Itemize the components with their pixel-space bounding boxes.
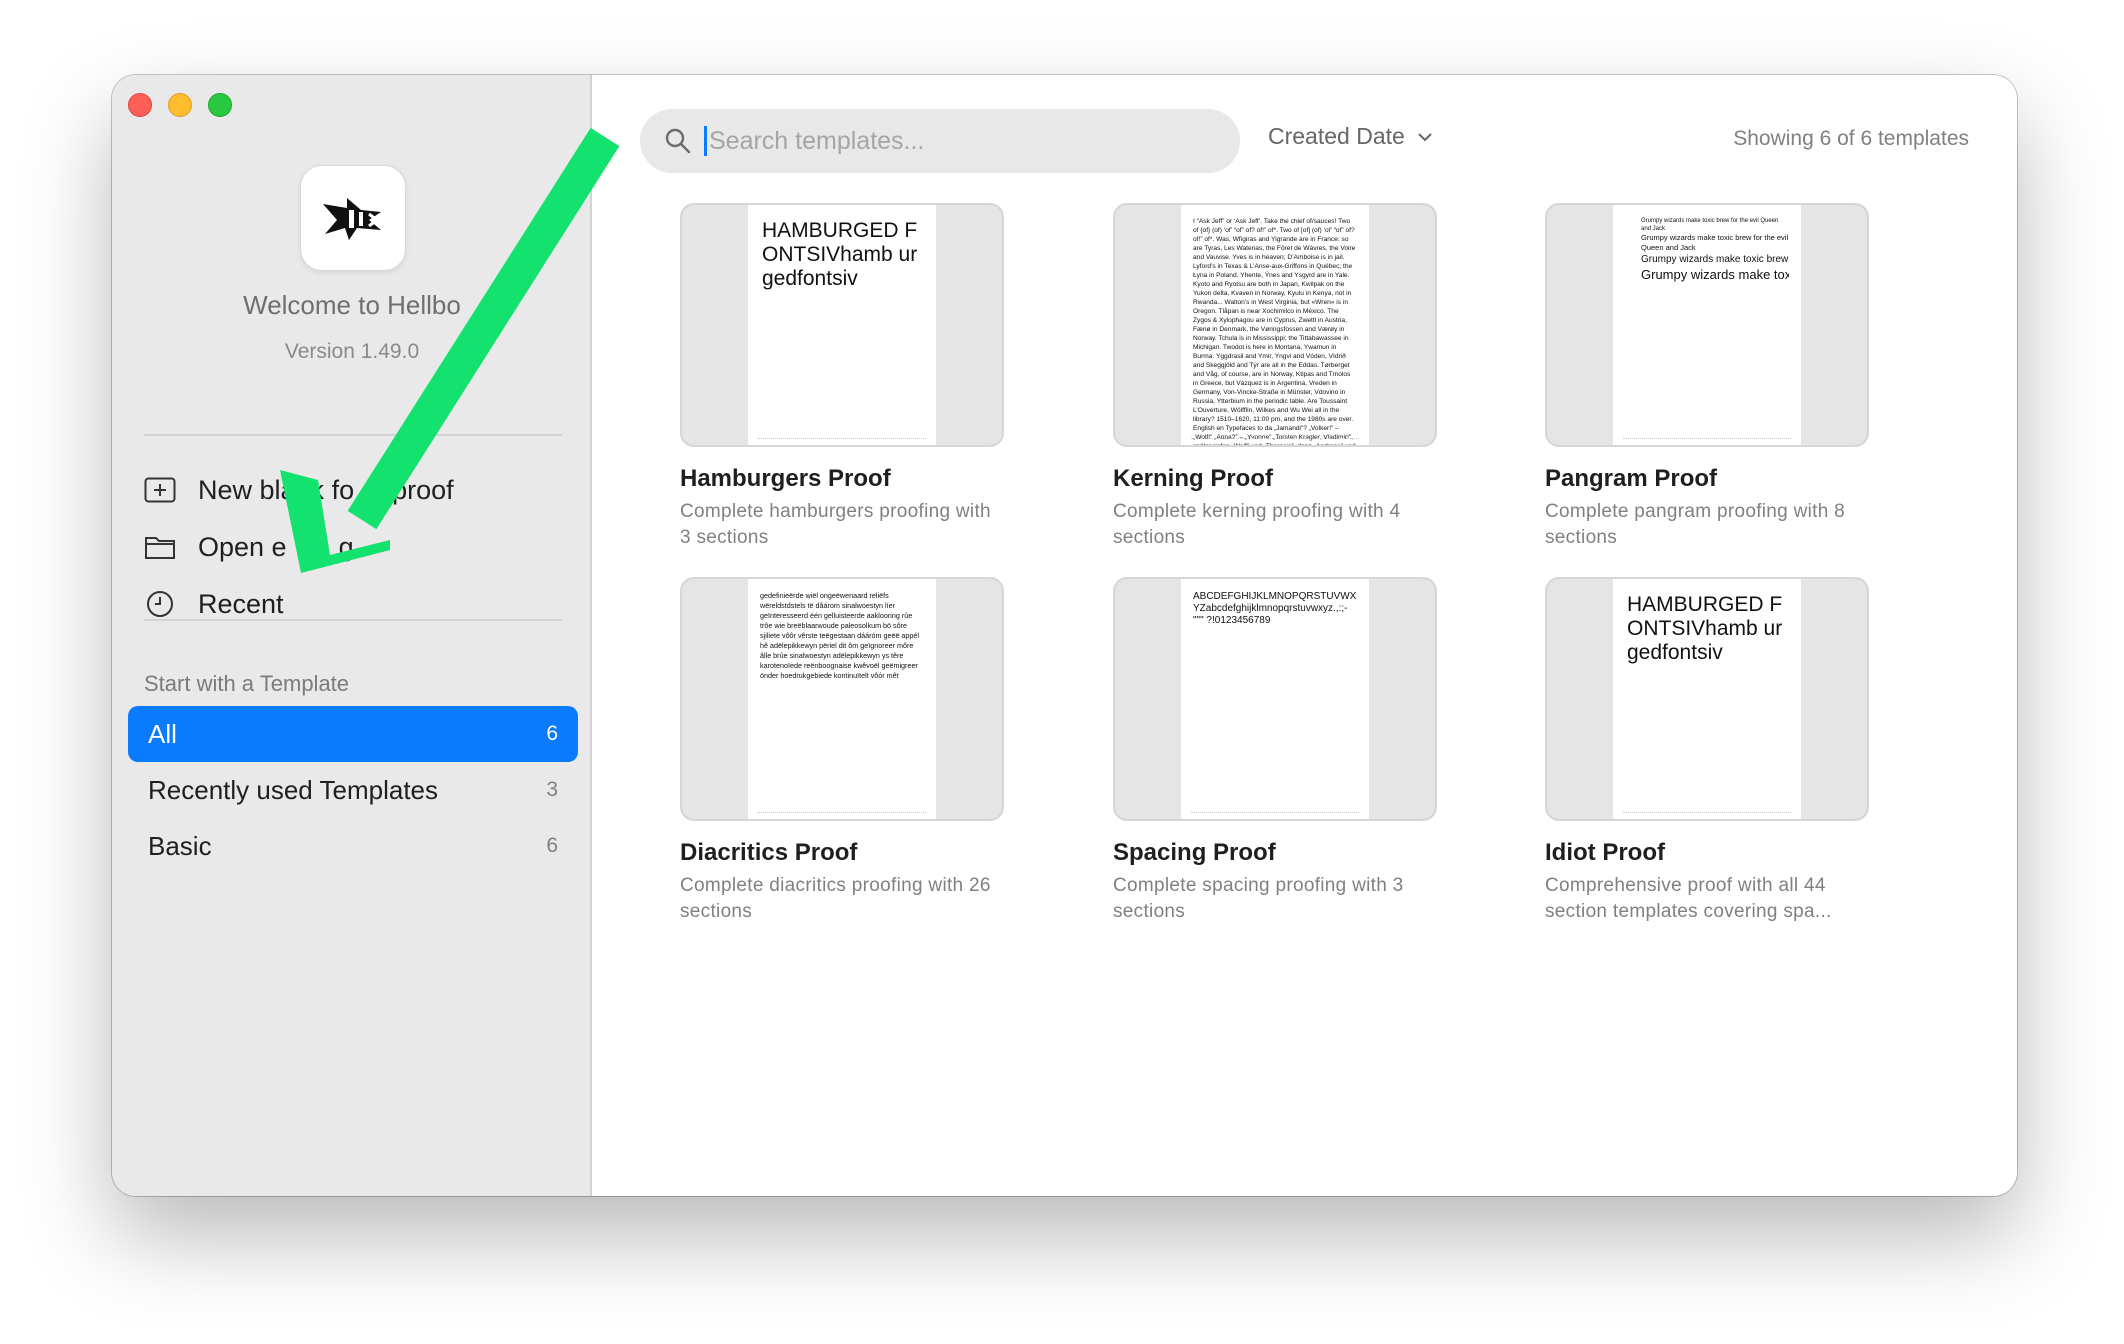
template-card-kerning[interactable]: I “Ask Jeff” or ‘Ask Jeff’. Take the chi…	[1113, 203, 1437, 551]
template-card-spacing[interactable]: ABCDEFGHIJKLMNOPQRSTUVWXYZabcdefghijklmn…	[1113, 577, 1437, 925]
template-description: Complete kerning proofing with 4 section…	[1113, 501, 1401, 548]
new-blank-proof-button[interactable]: New blank fo proof	[144, 468, 454, 512]
template-thumbnail[interactable]: gedefinieërde wiël ongeëwenaard reliëfs …	[680, 577, 1004, 821]
sort-dropdown[interactable]: Created Date	[1268, 123, 1433, 150]
category-label: All	[148, 718, 177, 749]
search-input[interactable]	[709, 126, 1229, 156]
page-preview: I “Ask Jeff” or ‘Ask Jeff’. Take the chi…	[1181, 205, 1369, 445]
new-blank-proof-label: New blank fo	[198, 474, 355, 505]
category-recently-used[interactable]: Recently used Templates 3	[128, 762, 578, 818]
page-preview: ABCDEFGHIJKLMNOPQRSTUVWXYZabcdefghijklmn…	[1181, 579, 1369, 819]
template-title: Pangram Proof	[1545, 465, 1718, 492]
template-thumbnail[interactable]: HAMBURGED FONTSIVhamb urgedfontsiv	[1545, 577, 1869, 821]
template-thumbnail[interactable]: I “Ask Jeff” or ‘Ask Jeff’. Take the chi…	[1113, 203, 1437, 447]
app-logo-icon	[300, 165, 406, 271]
category-label: Recently used Templates	[148, 774, 439, 805]
page-footer	[1191, 812, 1359, 813]
template-title: Idiot Proof	[1545, 839, 1665, 866]
template-card-hamburgers[interactable]: HAMBURGED FONTSIVhamb urgedfontsiv Hambu…	[680, 203, 1004, 551]
category-all[interactable]: All 6	[128, 706, 578, 762]
template-title: Spacing Proof	[1113, 839, 1276, 866]
template-thumbnail[interactable]: ABCDEFGHIJKLMNOPQRSTUVWXYZabcdefghijklmn…	[1113, 577, 1437, 821]
zoom-window-button[interactable]	[208, 93, 232, 117]
template-description: Complete hamburgers proofing with 3 sect…	[680, 501, 991, 548]
template-thumbnail[interactable]: Grumpy wizards make toxic brew for the e…	[1545, 203, 1869, 447]
template-browser: Created Date Showing 6 of 6 templates HA…	[592, 75, 2017, 1196]
minimize-window-button[interactable]	[168, 93, 192, 117]
welcome-heading: Welcome to Hellbo	[243, 290, 461, 320]
sidebar: Welcome to Hellbo Version 1.49.0 New bla…	[112, 75, 592, 1196]
template-card-pangram[interactable]: Grumpy wizards make toxic brew for the e…	[1545, 203, 1869, 551]
preview-text: HAMBURGED FONTSIVhamb urgedfontsiv	[1627, 593, 1783, 664]
template-description: Complete spacing proofing with 3 section…	[1113, 875, 1404, 922]
text-caret	[704, 126, 707, 156]
page-footer	[758, 438, 926, 439]
preview-text: I “Ask Jeff” or ‘Ask Jeff’. Take the chi…	[1193, 218, 1356, 447]
template-title: Hamburgers Proof	[680, 465, 891, 492]
page-preview: gedefinieërde wiël ongeëwenaard reliëfs …	[748, 579, 936, 819]
template-description: Complete pangram proofing with 8 section…	[1545, 501, 1846, 548]
preview-text: Grumpy wizards make toxic brew for the e…	[1641, 218, 1779, 232]
folder-icon	[145, 537, 175, 559]
page-preview: Grumpy wizards make toxic brew for the e…	[1613, 205, 1801, 445]
template-description: Comprehensive proof with all 44 section …	[1545, 875, 1832, 922]
template-card-diacritics[interactable]: gedefinieërde wiël ongeëwenaard reliëfs …	[680, 577, 1004, 925]
page-footer	[1191, 438, 1359, 439]
preview-text: gedefinieërde wiël ongeëwenaard reliëfs …	[760, 591, 920, 680]
page-preview: HAMBURGED FONTSIVhamb urgedfontsiv	[748, 205, 936, 445]
close-window-button[interactable]	[128, 93, 152, 117]
page-preview: HAMBURGED FONTSIVhamb urgedfontsiv	[1613, 579, 1801, 819]
clock-icon	[147, 591, 173, 617]
template-description: Complete diacritics proofing with 26 sec…	[680, 875, 991, 922]
template-section-label: Start with a Template	[144, 671, 350, 696]
page-footer	[1623, 438, 1791, 439]
preview-text: ABCDEFGHIJKLMNOPQRSTUVWXYZabcdefghijklmn…	[1193, 591, 1357, 626]
preview-text: Grumpy wizards make toxic brew for the e…	[1641, 233, 1789, 252]
category-count: 3	[546, 778, 558, 801]
version-label: Version 1.49.0	[284, 340, 420, 363]
template-title: Diacritics Proof	[680, 839, 858, 866]
divider	[144, 434, 562, 436]
template-card-idiot[interactable]: HAMBURGED FONTSIVhamb urgedfontsiv Idiot…	[1545, 577, 1869, 925]
window-controls	[128, 93, 232, 117]
category-count: 6	[546, 834, 558, 857]
open-existing-label-end: g	[338, 531, 354, 562]
page-footer	[1623, 812, 1791, 813]
new-blank-proof-label-end: proof	[392, 474, 454, 505]
preview-text: HAMBURGED FONTSIVhamb urgedfontsiv	[762, 219, 918, 290]
open-existing-button[interactable]: Open e g	[144, 525, 354, 569]
preview-text: Grumpy wizards make toxic brew for the e…	[1641, 267, 1789, 282]
template-thumbnail[interactable]: HAMBURGED FONTSIVhamb urgedfontsiv	[680, 203, 1004, 447]
category-basic[interactable]: Basic 6	[128, 818, 578, 874]
preview-text: Grumpy wizards make toxic brew for the e…	[1641, 254, 1789, 265]
plus-square-icon	[144, 477, 176, 503]
results-count: Showing 6 of 6 templates	[1733, 127, 1969, 150]
chevron-down-icon	[1418, 132, 1432, 141]
open-existing-label: Open e	[198, 531, 287, 562]
template-title: Kerning Proof	[1113, 465, 1273, 492]
page-footer	[758, 812, 926, 813]
app-window: Welcome to Hellbo Version 1.49.0 New bla…	[112, 75, 2017, 1196]
sort-label: Created Date	[1268, 123, 1405, 149]
category-count: 6	[546, 722, 558, 745]
search-bar[interactable]	[640, 109, 1240, 173]
recent-label: Recent	[198, 588, 284, 619]
divider	[144, 619, 562, 621]
preview-lines: Grumpy wizards make toxic brew for the e…	[1641, 217, 1789, 283]
search-icon	[665, 128, 691, 154]
category-label: Basic	[148, 830, 212, 861]
